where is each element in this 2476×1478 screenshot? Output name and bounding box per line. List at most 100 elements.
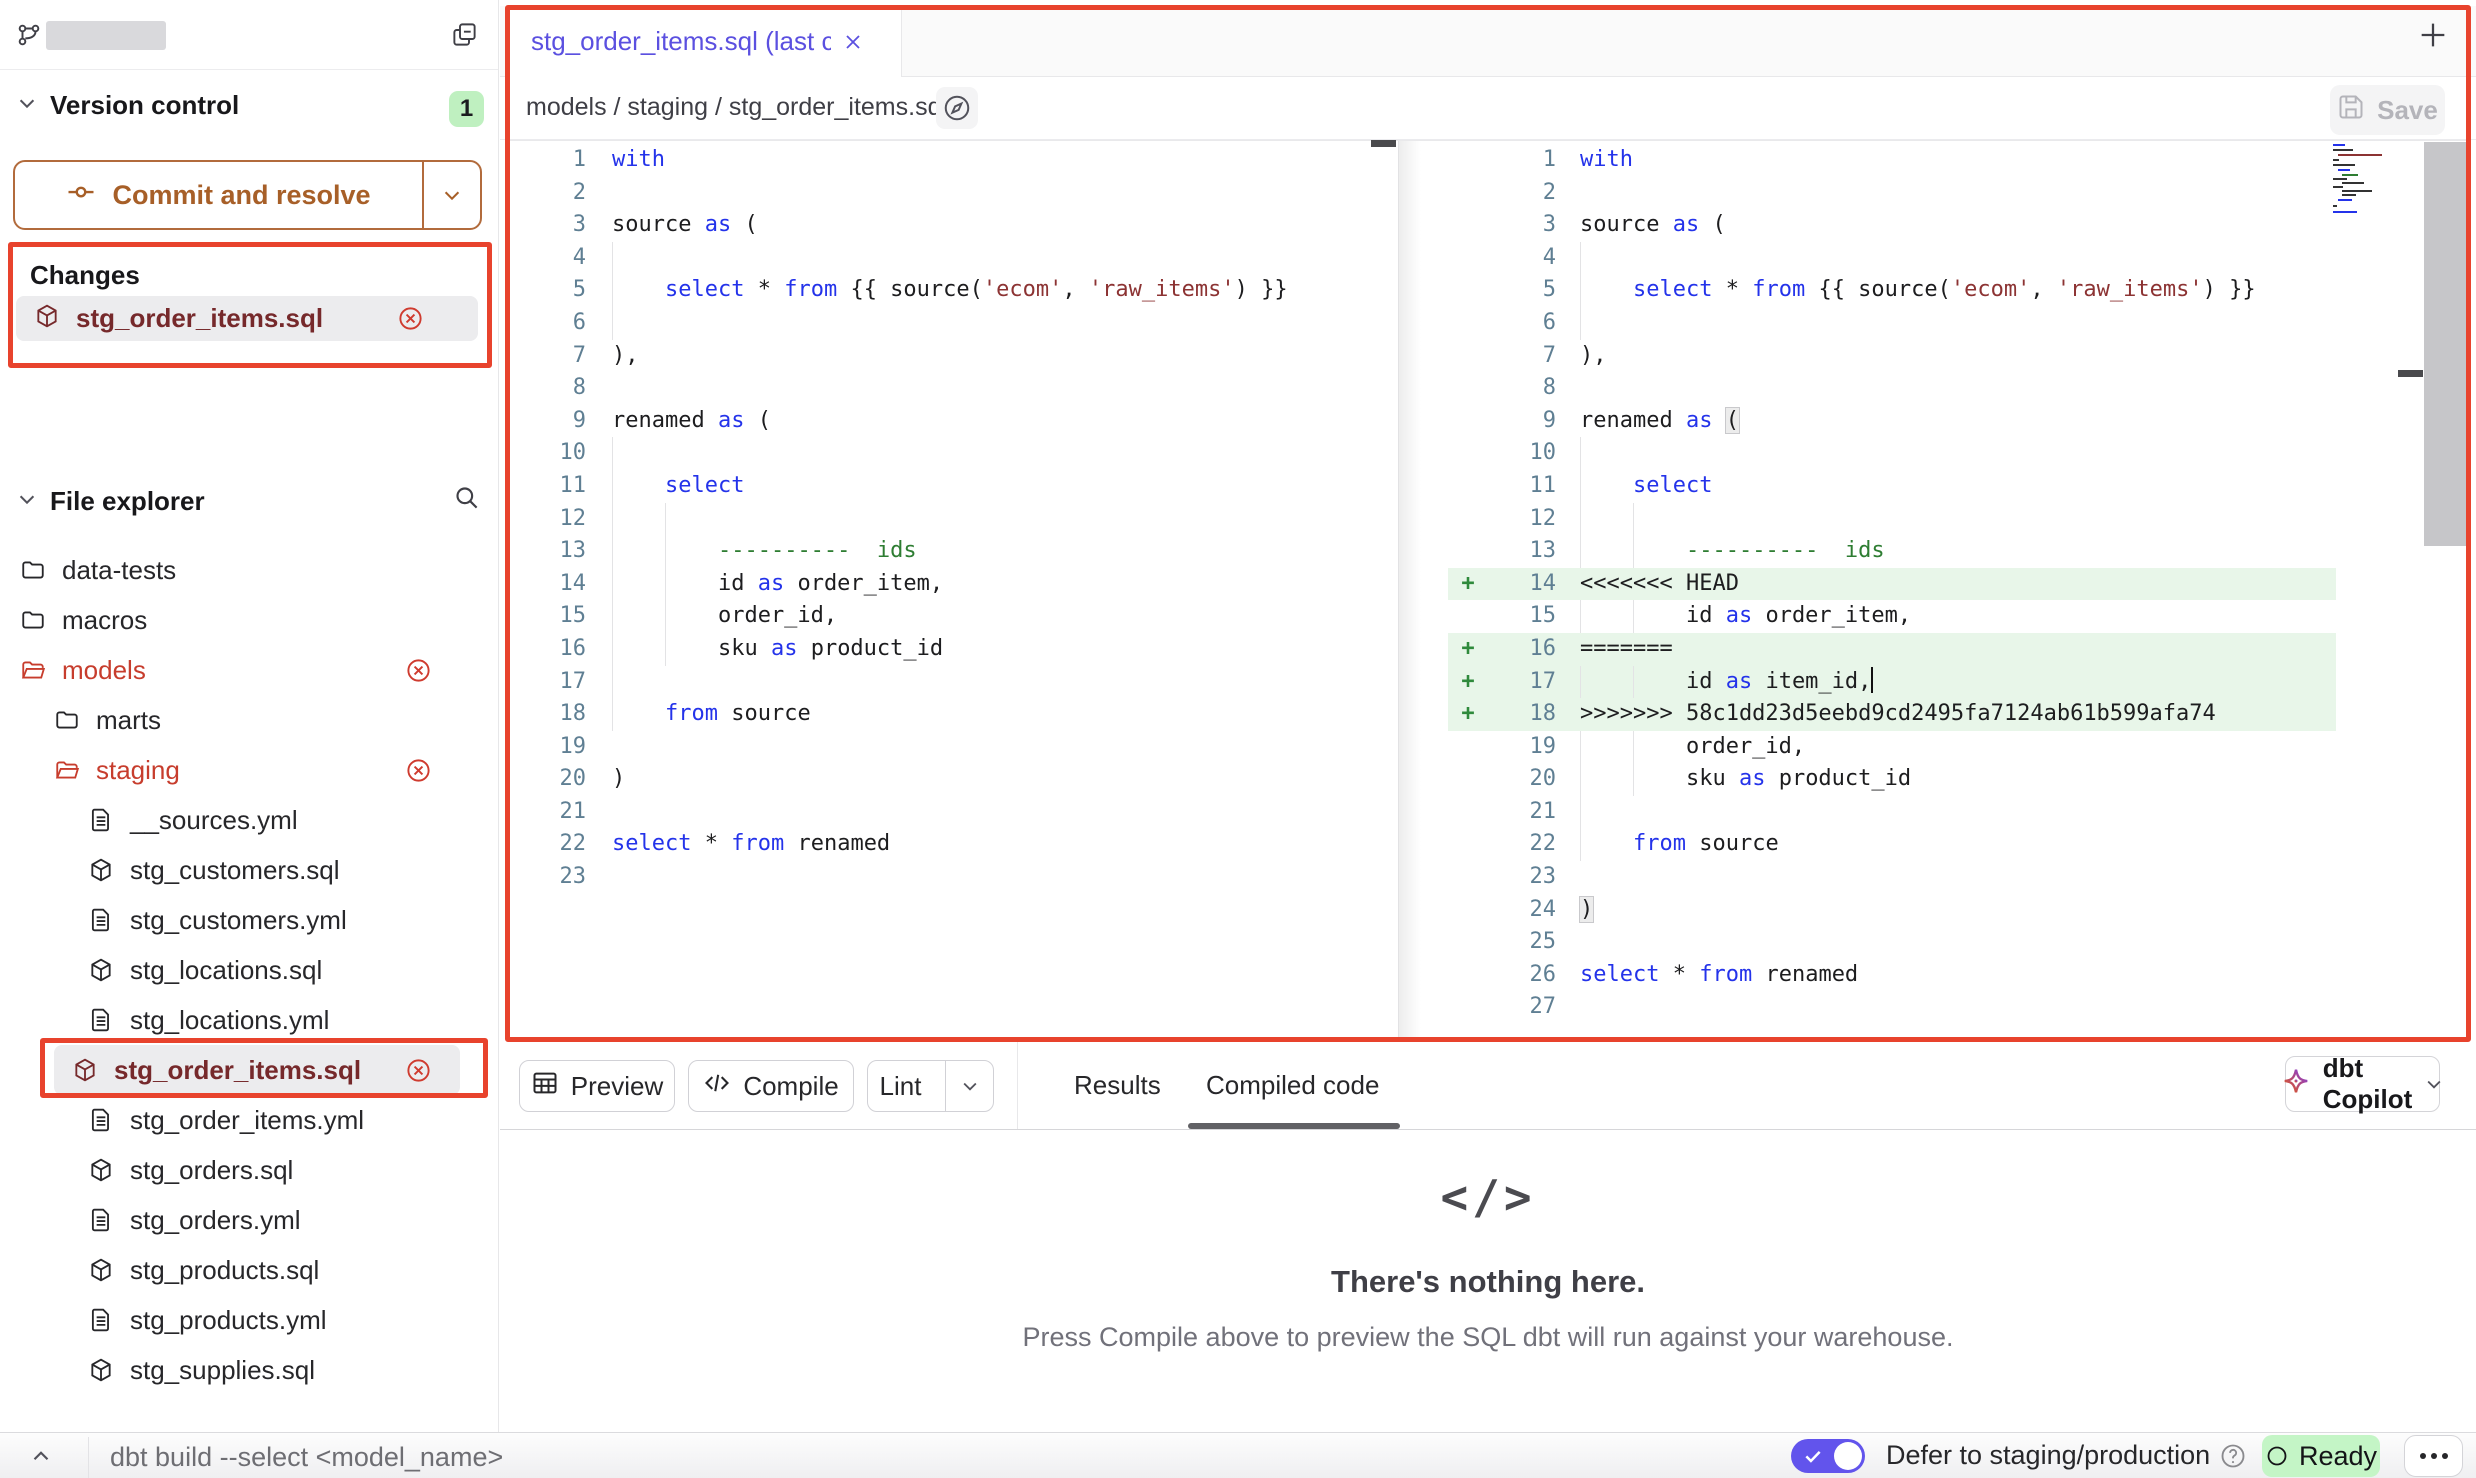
code-line-1: 1with	[1448, 144, 2336, 177]
diff-gutter	[1448, 763, 1488, 796]
line-number: 14	[1488, 568, 1568, 601]
code-line-9: 9renamed as (	[1448, 405, 2336, 438]
minimap[interactable]	[2330, 142, 2398, 220]
horizontal-scrollbar-thumb[interactable]	[1371, 140, 1396, 147]
diff-gutter	[1448, 470, 1488, 503]
file-row-stg-customers-sql[interactable]: stg_customers.sql	[0, 845, 498, 895]
close-icon[interactable]	[841, 30, 865, 54]
sidebar-header	[0, 0, 498, 70]
code-line-25: 25	[1448, 926, 2336, 959]
file-name: stg_locations.yml	[130, 1005, 329, 1036]
branch-name-redacted[interactable]	[46, 21, 166, 50]
model-icon	[88, 957, 114, 983]
chevron-down-icon	[16, 486, 38, 517]
file-row-marts[interactable]: marts	[0, 695, 498, 745]
search-icon[interactable]	[453, 484, 480, 516]
file-row-stg-locations-sql[interactable]: stg_locations.sql	[0, 945, 498, 995]
lint-options-dropdown[interactable]	[945, 1061, 993, 1111]
file-explorer-section-header[interactable]: File explorer	[16, 486, 205, 517]
defer-toggle[interactable]	[1791, 1439, 1865, 1473]
file-row-stg-order-items-sql[interactable]: stg_order_items.sql	[54, 1045, 460, 1095]
version-control-section-header[interactable]: Version control	[16, 90, 239, 121]
code-line-9: 9renamed as (	[505, 405, 1398, 438]
code-line-8: 8	[1448, 372, 2336, 405]
code-line-17: +17 id as item_id,	[1448, 666, 2336, 699]
file-row-stg-locations-yml[interactable]: stg_locations.yml	[0, 995, 498, 1045]
git-branch-icon[interactable]	[16, 22, 42, 53]
save-icon	[2337, 93, 2365, 128]
file-row-data-tests[interactable]: data-tests	[0, 545, 498, 595]
folder-icon	[54, 707, 80, 733]
editor-tab-bar: stg_order_items.sql (last c...	[500, 6, 2476, 77]
code-line-4: 4	[505, 242, 1398, 275]
empty-state-title: There's nothing here.	[505, 1264, 2471, 1300]
diff-gutter	[1448, 209, 1488, 242]
code-editor-original[interactable]: 1with23source as (45 select * from {{ so…	[505, 144, 1398, 894]
file-row-stg-orders-sql[interactable]: stg_orders.sql	[0, 1145, 498, 1195]
code-line-21: 21	[505, 796, 1398, 829]
connection-status-badge[interactable]: Ready	[2262, 1435, 2380, 1477]
diff-gutter	[1448, 600, 1488, 633]
ready-label: Ready	[2299, 1441, 2377, 1472]
file-row-stg-supplies-sql[interactable]: stg_supplies.sql	[0, 1345, 498, 1395]
file-row-stg-products-yml[interactable]: stg_products.yml	[0, 1295, 498, 1345]
model-icon	[88, 1357, 114, 1383]
file-row-stg-customers-yml[interactable]: stg_customers.yml	[0, 895, 498, 945]
copy-icon[interactable]	[451, 21, 478, 53]
commit-icon	[66, 177, 96, 214]
code-editor-merge-result[interactable]: 1with23source as (45 select * from {{ so…	[1448, 144, 2336, 1024]
dbt-copilot-button[interactable]: dbt Copilot	[2285, 1056, 2440, 1112]
chevron-up-icon[interactable]	[28, 1443, 54, 1474]
commit-button-label: Commit and resolve	[112, 180, 370, 211]
file-row-models[interactable]: models	[0, 645, 498, 695]
compass-icon[interactable]	[936, 87, 978, 129]
divider	[1017, 1042, 1018, 1129]
line-number: 3	[505, 209, 600, 242]
code-line-16: +16=======	[1448, 633, 2336, 666]
doc-icon	[88, 907, 114, 933]
file-row--sources-yml[interactable]: __sources.yml	[0, 795, 498, 845]
file-row-stg-orders-yml[interactable]: stg_orders.yml	[0, 1195, 498, 1245]
save-button[interactable]: Save	[2330, 85, 2445, 135]
discard-changes-icon[interactable]	[405, 657, 432, 684]
commit-options-dropdown[interactable]	[422, 162, 480, 228]
vertical-scrollbar[interactable]	[2424, 142, 2466, 546]
more-options-button[interactable]	[2404, 1435, 2463, 1477]
compile-button[interactable]: Compile	[688, 1060, 854, 1112]
commit-and-resolve-button[interactable]: Commit and resolve	[13, 160, 482, 230]
bottom-toolbar: Preview Compile Lint Results Compiled co…	[500, 1042, 2476, 1130]
file-name: stg_customers.yml	[130, 905, 347, 936]
code-line-1: 1with	[505, 144, 1398, 177]
line-number: 10	[1488, 437, 1568, 470]
tab-stg-order-items[interactable]: stg_order_items.sql (last c...	[505, 6, 902, 77]
tab-compiled-code[interactable]: Compiled code	[1206, 1042, 1379, 1129]
line-number: 13	[1488, 535, 1568, 568]
code-line-19: 19 order_id,	[1448, 731, 2336, 764]
diff-gutter	[1448, 731, 1488, 764]
file-row-macros[interactable]: macros	[0, 595, 498, 645]
line-number: 11	[505, 470, 600, 503]
command-input[interactable]: dbt build --select <model_name>	[110, 1439, 1710, 1475]
diff-gutter	[1448, 959, 1488, 992]
code-line-11: 11 select	[505, 470, 1398, 503]
diff-gutter	[1448, 991, 1488, 1024]
folder-icon	[20, 607, 46, 633]
discard-changes-icon[interactable]	[405, 757, 432, 784]
new-tab-plus-icon[interactable]	[2416, 18, 2450, 57]
line-number: 8	[505, 372, 600, 405]
changed-file-item[interactable]: stg_order_items.sql	[16, 296, 478, 341]
discard-change-icon[interactable]	[397, 305, 424, 332]
code-line-18: 18 from source	[505, 698, 1398, 731]
discard-changes-icon[interactable]	[405, 1057, 432, 1084]
status-bar: dbt build --select <model_name> Defer to…	[0, 1432, 2476, 1478]
lint-button[interactable]: Lint	[867, 1060, 994, 1112]
horizontal-scrollbar-thumb[interactable]	[2398, 370, 2423, 377]
tab-title: stg_order_items.sql (last c...	[531, 26, 831, 57]
line-number: 19	[505, 731, 600, 764]
tab-results[interactable]: Results	[1074, 1042, 1161, 1129]
preview-button[interactable]: Preview	[519, 1060, 675, 1112]
file-row-staging[interactable]: staging	[0, 745, 498, 795]
file-row-stg-products-sql[interactable]: stg_products.sql	[0, 1245, 498, 1295]
help-icon[interactable]	[2219, 1442, 2247, 1475]
file-row-stg-order-items-yml[interactable]: stg_order_items.yml	[0, 1095, 498, 1145]
